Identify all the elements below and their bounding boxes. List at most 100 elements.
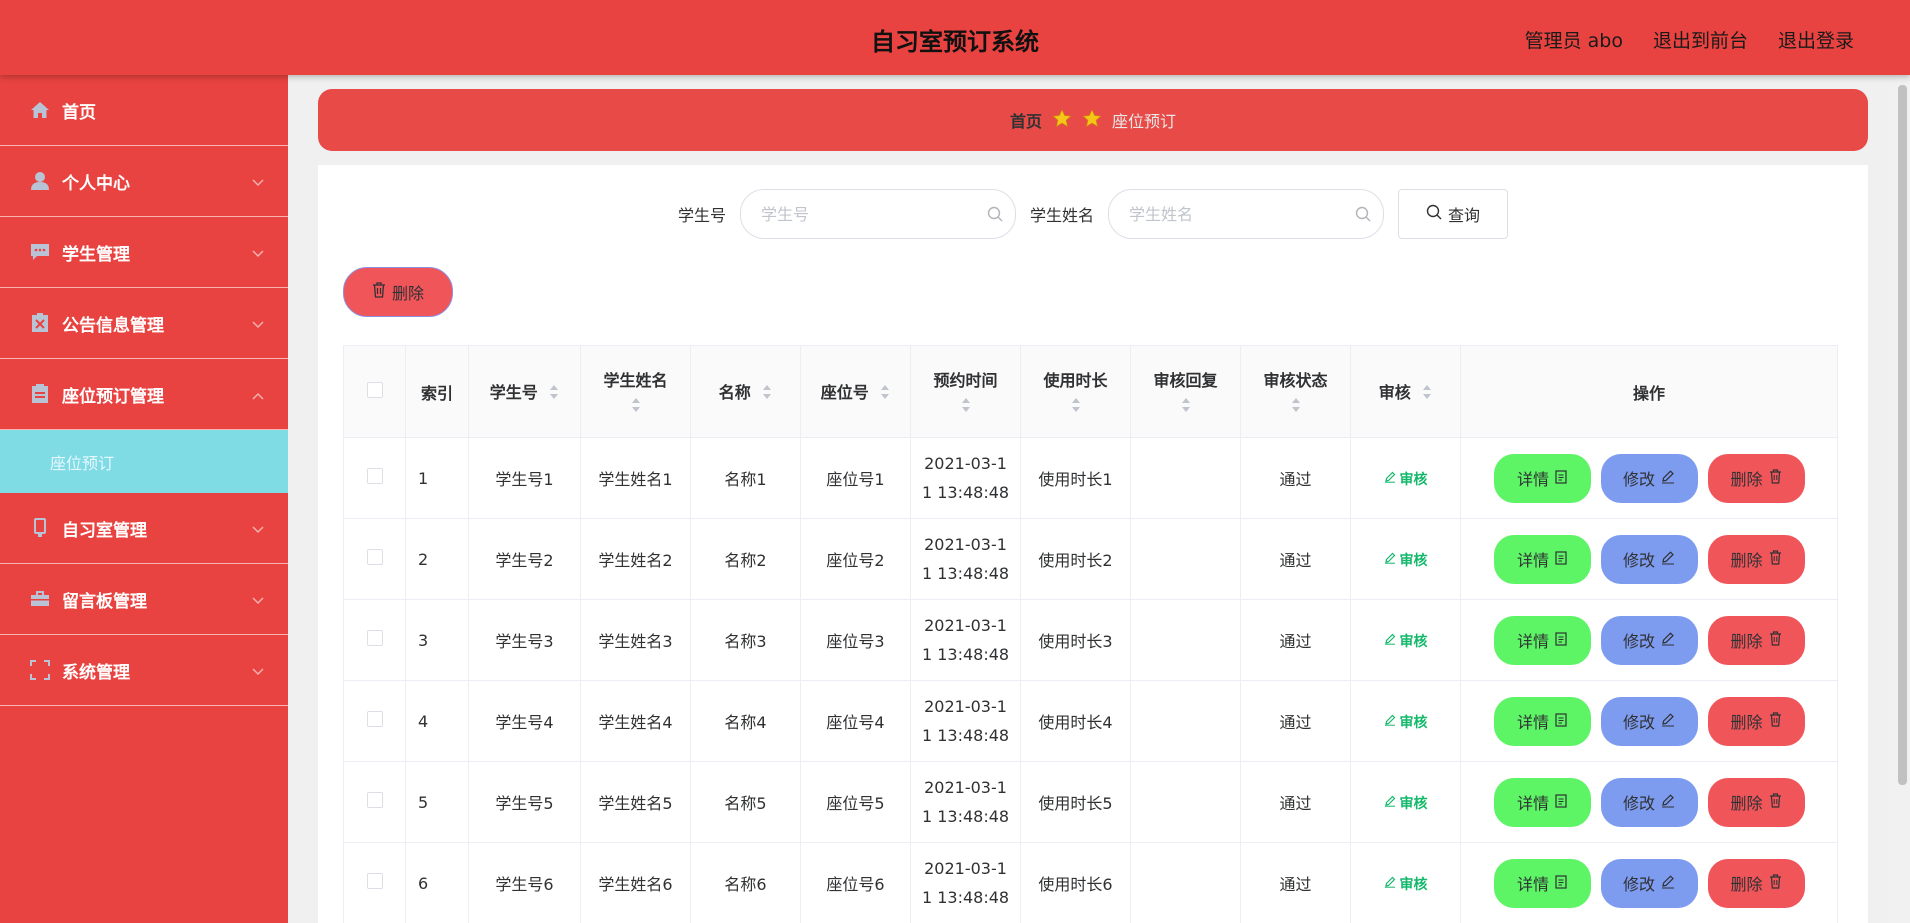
review-link[interactable]: 审核 (1384, 631, 1428, 651)
edit-button[interactable]: 修改 (1600, 534, 1698, 584)
sort-icon[interactable] (1071, 397, 1081, 417)
select-all-checkbox[interactable] (366, 381, 383, 398)
sort-icon[interactable] (762, 384, 772, 404)
delete-button[interactable]: 删除 (1707, 696, 1805, 746)
header-reserve-time[interactable]: 预约时间 (910, 345, 1021, 438)
cell-student-name: 学生姓名4 (580, 680, 691, 762)
row-checkbox[interactable] (366, 792, 383, 808)
document-icon (1555, 631, 1567, 650)
sidebar-item-seat-reservation-management[interactable]: 座位预订管理 (0, 359, 288, 430)
cell-index: 6 (405, 842, 469, 923)
breadcrumb-home[interactable]: 首页 (1010, 108, 1042, 132)
student-name-input[interactable] (1109, 190, 1384, 238)
review-link[interactable]: 审核 (1384, 712, 1428, 732)
row-checkbox[interactable] (366, 549, 383, 565)
edit-button[interactable]: 修改 (1600, 777, 1698, 827)
cell-review-reply (1130, 680, 1241, 762)
cell-review: 审核 (1350, 680, 1461, 762)
sidebar-item-home[interactable]: 首页 (0, 75, 288, 146)
document-icon (1555, 793, 1567, 812)
row-select-cell (343, 437, 406, 519)
detail-button[interactable]: 详情 (1493, 777, 1591, 827)
sort-icon[interactable] (1422, 384, 1432, 404)
delete-button[interactable]: 删除 (1707, 534, 1805, 584)
time-line-1: 2021-03-1 (924, 859, 1007, 878)
edit-button[interactable]: 修改 (1600, 858, 1698, 908)
row-checkbox[interactable] (366, 630, 383, 646)
header-student-no[interactable]: 学生号 (468, 345, 581, 438)
cell-student-no: 学生号1 (468, 437, 581, 519)
edit-button[interactable]: 修改 (1600, 696, 1698, 746)
sort-icon[interactable] (631, 397, 641, 417)
edit-button[interactable]: 修改 (1600, 453, 1698, 503)
sort-icon[interactable] (1181, 397, 1191, 417)
student-name-label: 学生姓名 (1030, 206, 1095, 225)
review-link[interactable]: 审核 (1384, 874, 1428, 894)
header-review-reply[interactable]: 审核回复 (1130, 345, 1241, 438)
cell-index: 3 (405, 599, 469, 681)
edit-button-label: 修改 (1622, 875, 1655, 894)
admin-user-link[interactable]: 管理员 abo (1525, 26, 1623, 53)
header-label: 预约时间 (933, 370, 998, 390)
breadcrumb: 首页 座位预订 (318, 89, 1868, 151)
breadcrumb-current: 座位预订 (1112, 112, 1177, 131)
delete-button[interactable]: 删除 (1707, 615, 1805, 665)
vertical-scrollbar[interactable] (1895, 75, 1910, 923)
detail-button[interactable]: 详情 (1493, 615, 1591, 665)
sort-icon[interactable] (961, 397, 971, 417)
sidebar-subitem-seat-reservation[interactable]: 座位预订 (0, 430, 288, 493)
sort-icon[interactable] (880, 384, 890, 404)
trash-icon (1769, 630, 1782, 650)
sidebar-item-personal-center[interactable]: 个人中心 (0, 146, 288, 217)
sidebar-item-student-management[interactable]: 学生管理 (0, 217, 288, 288)
header-review[interactable]: 审核 (1350, 345, 1461, 438)
delete-button-label: 删除 (1730, 794, 1763, 813)
header-duration[interactable]: 使用时长 (1020, 345, 1131, 438)
detail-button-label: 详情 (1516, 875, 1549, 894)
edit-button[interactable]: 修改 (1600, 615, 1698, 665)
cell-duration: 使用时长3 (1020, 599, 1131, 681)
detail-button[interactable]: 详情 (1493, 696, 1591, 746)
edit-icon (1384, 876, 1396, 892)
delete-button[interactable]: 删除 (1707, 453, 1805, 503)
header-review-status[interactable]: 审核状态 (1240, 345, 1351, 438)
delete-button[interactable]: 删除 (1707, 777, 1805, 827)
sort-icon[interactable] (1291, 397, 1301, 417)
review-link[interactable]: 审核 (1384, 469, 1428, 489)
header-seat-no[interactable]: 座位号 (800, 345, 911, 438)
logout-link[interactable]: 退出登录 (1778, 26, 1854, 53)
query-button[interactable]: 查询 (1398, 189, 1509, 239)
sidebar-item-notice-management[interactable]: 公告信息管理 (0, 288, 288, 359)
detail-button-label: 详情 (1516, 632, 1549, 651)
edit-button-label: 修改 (1622, 632, 1655, 651)
time-line-1: 2021-03-1 (924, 778, 1007, 797)
row-checkbox[interactable] (366, 873, 383, 889)
sidebar-item-message-board-management[interactable]: 留言板管理 (0, 564, 288, 635)
cell-seat-no: 座位号4 (800, 680, 911, 762)
clipboard-icon (28, 382, 52, 406)
detail-button[interactable]: 详情 (1493, 453, 1591, 503)
delete-button[interactable]: 删除 (1707, 858, 1805, 908)
review-link[interactable]: 审核 (1384, 550, 1428, 570)
row-checkbox[interactable] (366, 468, 383, 484)
batch-delete-button[interactable]: 删除 (343, 267, 453, 317)
exit-to-front-link[interactable]: 退出到前台 (1653, 26, 1748, 53)
header-student-name[interactable]: 学生姓名 (580, 345, 691, 438)
cell-student-no: 学生号2 (468, 518, 581, 600)
cell-review-status: 通过 (1240, 599, 1351, 681)
detail-button[interactable]: 详情 (1493, 534, 1591, 584)
detail-button[interactable]: 详情 (1493, 858, 1591, 908)
student-no-input[interactable] (741, 190, 1015, 238)
scrollbar-thumb[interactable] (1898, 85, 1907, 785)
cell-duration: 使用时长6 (1020, 842, 1131, 923)
cell-actions: 详情 修改 删除 (1460, 842, 1838, 923)
row-select-cell (343, 842, 406, 923)
sort-icon[interactable] (549, 384, 559, 404)
header-label: 学生号 (489, 383, 538, 403)
header-name[interactable]: 名称 (690, 345, 801, 438)
review-link[interactable]: 审核 (1384, 793, 1428, 813)
row-checkbox[interactable] (366, 711, 383, 727)
sidebar-item-study-room-management[interactable]: 自习室管理 (0, 493, 288, 564)
cell-student-no: 学生号4 (468, 680, 581, 762)
sidebar-item-system-management[interactable]: 系统管理 (0, 635, 288, 706)
